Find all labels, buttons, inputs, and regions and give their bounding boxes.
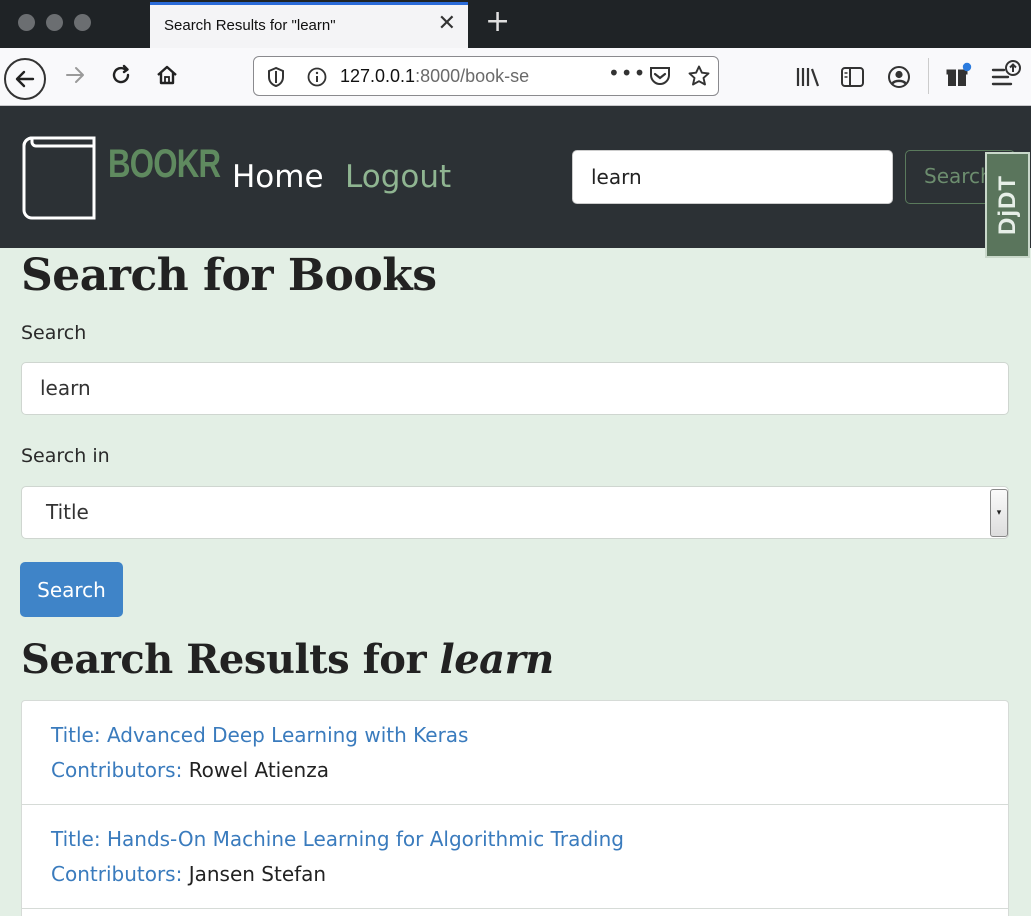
search-input[interactable]: learn [21, 362, 1009, 415]
window-minimize-dot[interactable] [46, 14, 63, 31]
search-in-selected: Title [46, 500, 89, 524]
site-info-icon[interactable] [306, 66, 328, 92]
url-text: 127.0.0.1:8000/book-se [340, 66, 530, 86]
browser-tab-active[interactable]: Search Results for "learn" ✕ [150, 2, 468, 48]
header-search-input[interactable]: learn [572, 150, 893, 204]
browser-tabstrip: Search Results for "learn" ✕ + [0, 0, 1031, 48]
library-icon[interactable] [795, 66, 821, 92]
results-search-term: learn [439, 636, 555, 683]
shield-icon[interactable] [266, 66, 286, 92]
window-zoom-dot[interactable] [74, 14, 91, 31]
result-item: Title: Advanced Deep Learning with Keras… [22, 701, 1008, 805]
book-logo-icon[interactable] [22, 134, 98, 226]
back-icon[interactable] [4, 58, 46, 100]
window-close-dot[interactable] [18, 14, 35, 31]
search-label: Search [21, 322, 87, 344]
tab-close-icon[interactable]: ✕ [438, 11, 456, 36]
forward-icon[interactable] [60, 60, 90, 90]
result-title-link[interactable]: Title: Advanced Deep Learning with Keras [51, 723, 468, 747]
browser-navbar: 127.0.0.1:8000/book-se ••• [0, 48, 1031, 106]
tab-title: Search Results for "learn" [164, 17, 336, 34]
toolbar-divider [928, 58, 929, 94]
bookmark-star-icon[interactable] [687, 64, 711, 92]
result-title-link[interactable]: Title: Hands-On Machine Learning for Alg… [51, 827, 624, 851]
debug-toolbar-label: DjDT [993, 175, 1021, 235]
site-header: BOOKR Home Logout learn Search [0, 106, 1031, 248]
reload-icon[interactable] [106, 60, 136, 90]
results-heading: Search Results for learn [21, 636, 554, 683]
search-submit-button[interactable]: Search [20, 562, 123, 617]
result-contributors: Contributors: Rowel Atienza [51, 758, 329, 782]
nav-link-logout[interactable]: Logout [345, 159, 451, 195]
page-actions-icon[interactable]: ••• [608, 61, 646, 85]
address-bar[interactable]: 127.0.0.1:8000/book-se ••• [253, 56, 719, 96]
pocket-icon[interactable] [648, 65, 672, 91]
menu-update-icon[interactable] [990, 60, 1022, 96]
django-debug-toolbar-handle[interactable]: DjDT [985, 152, 1030, 258]
search-in-label: Search in [21, 445, 110, 467]
new-tab-icon[interactable]: + [485, 5, 510, 39]
account-icon[interactable] [886, 64, 912, 94]
sidebar-icon[interactable] [840, 65, 866, 93]
page-title: Search for Books [21, 250, 437, 301]
brand-logo-text[interactable]: BOOKR [108, 142, 221, 187]
results-list: Title: Advanced Deep Learning with Keras… [21, 700, 1009, 916]
nav-link-home[interactable]: Home [232, 159, 324, 195]
select-arrow-icon[interactable]: ▾ [990, 489, 1008, 537]
home-icon[interactable] [152, 60, 182, 90]
search-in-select[interactable]: Title ▾ [21, 486, 1009, 539]
gift-icon[interactable] [944, 62, 972, 94]
result-contributors: Contributors: Jansen Stefan [51, 862, 327, 886]
result-item: Title: Hands-On Machine Learning for Alg… [22, 805, 1008, 909]
